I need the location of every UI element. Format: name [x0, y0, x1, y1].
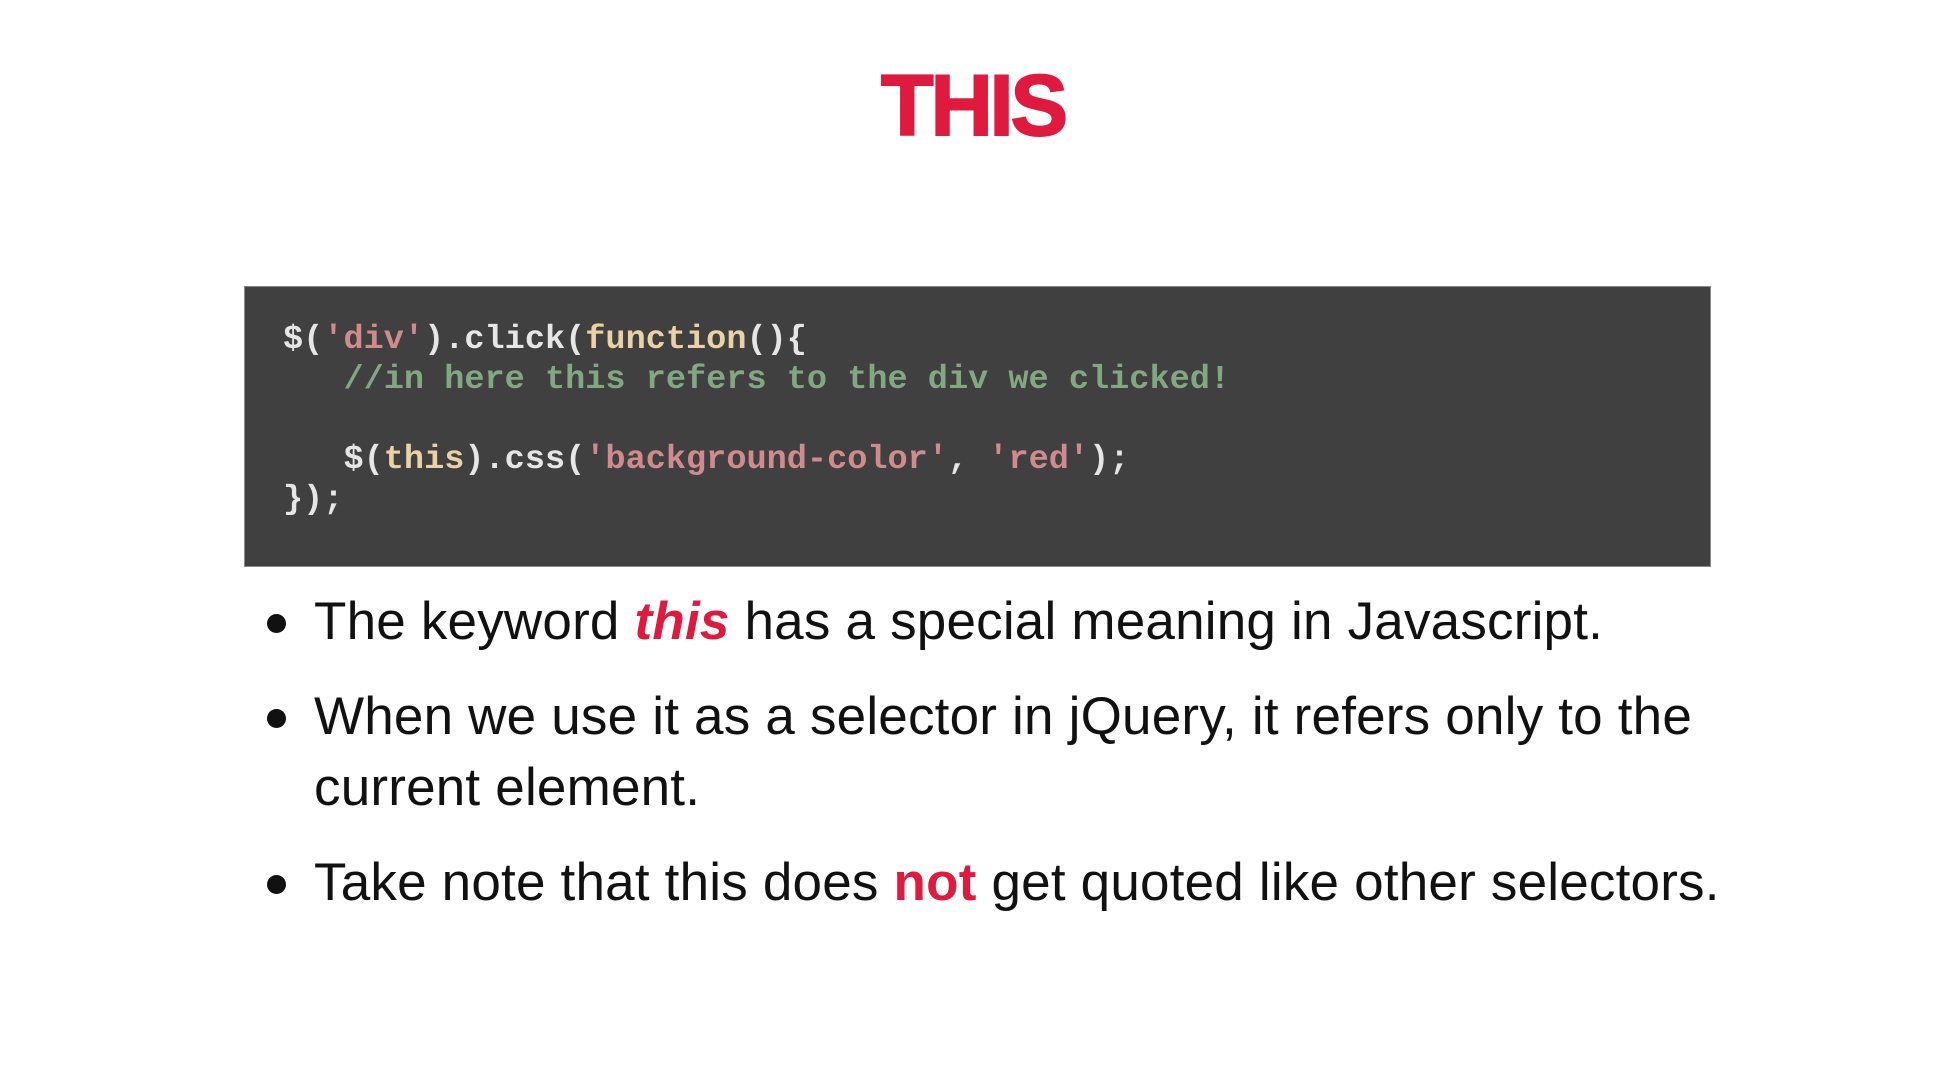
code-token: (){ [746, 321, 807, 359]
code-token-keyword: function [585, 321, 747, 359]
code-line-1: $('div').click(function(){ [283, 320, 1230, 360]
bullet-text: has a special meaning in Javascript. [729, 592, 1604, 651]
bullet-item-3: Take note that this does not get quoted … [267, 847, 1734, 918]
slide-title: THIS [880, 57, 1069, 155]
bullet-item-1: The keyword this has a special meaning i… [267, 586, 1734, 657]
bullet-text: When we use it as a selector in jQuery, … [314, 687, 1693, 817]
code-line-2: //in here this refers to the div we clic… [283, 360, 1230, 400]
code-block: $('div').click(function(){ //in here thi… [244, 286, 1711, 567]
code-token: , [947, 441, 989, 479]
bullet-dot-icon [267, 875, 286, 894]
code-token: ).css( [464, 441, 586, 479]
code-token: $( [283, 321, 324, 359]
code-token-string: 'background-color' [585, 441, 948, 479]
code-line-4: $(this).css('background-color', 'red'); [283, 440, 1230, 480]
code-token: ); [1089, 441, 1130, 479]
bullet-dot-icon [267, 709, 286, 728]
not-emphasis: not [893, 853, 977, 912]
bullet-list: The keyword this has a special meaning i… [267, 586, 1734, 942]
code-token: ).click( [424, 321, 586, 359]
code-token-comment: //in here this refers to the div we clic… [343, 361, 1231, 399]
bullet-dot-icon [267, 614, 286, 633]
code-lines: $('div').click(function(){ //in here thi… [283, 320, 1230, 520]
code-token-keyword: this [383, 441, 465, 479]
code-token-string: 'red' [988, 441, 1090, 479]
code-token: $( [283, 441, 384, 479]
bullet-text: get quoted like other selectors. [976, 853, 1720, 912]
code-token-string: 'div' [323, 321, 425, 359]
code-line-5: }); [283, 480, 1230, 520]
code-token: }); [283, 481, 344, 519]
bullet-text: Take note that this does [314, 853, 894, 912]
keyword-emphasis: this [634, 592, 730, 651]
bullet-text: The keyword [314, 592, 635, 651]
bullet-item-2: When we use it as a selector in jQuery, … [267, 681, 1734, 823]
